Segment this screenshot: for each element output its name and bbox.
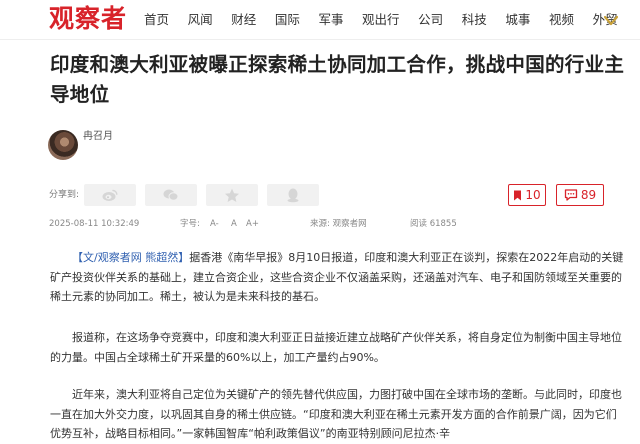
nav-item-city[interactable]: 城事	[505, 0, 530, 40]
author-avatar[interactable]	[48, 130, 78, 160]
share-wechat-button[interactable]	[145, 184, 197, 206]
qq-icon	[287, 188, 299, 203]
font-small-button[interactable]: A-	[210, 219, 219, 230]
bookmark-icon	[514, 190, 522, 200]
comment-icon	[564, 189, 578, 201]
nav-item-fengwen[interactable]: 风闻	[188, 0, 213, 40]
nav-item-home[interactable]: 首页	[144, 0, 169, 40]
nav-item-finance[interactable]: 财经	[231, 0, 256, 40]
wechat-icon	[163, 189, 179, 201]
nav-item-tech[interactable]: 科技	[462, 0, 487, 40]
font-medium-button[interactable]: A	[231, 219, 237, 230]
share-label: 分享到:	[49, 190, 80, 200]
nav-item-international[interactable]: 国际	[275, 0, 300, 40]
article-paragraph: 近年来，澳大利亚将自己定位为关键矿产的领先替代供应国，力图打破中国在全球市场的垄…	[50, 388, 622, 440]
star-icon	[225, 188, 239, 202]
article-title: 印度和澳大利亚被曝正探索稀土协同加工合作，挑战中国的行业主导地位	[50, 53, 625, 106]
top-nav: 观察者 首页 风闻 财经 国际 军事 观出行 公司 科技 城事 视频 外贸	[0, 0, 640, 40]
lead-source[interactable]: 【文/观察者网 熊超然】	[72, 251, 189, 264]
font-large-button[interactable]: A+	[246, 219, 259, 230]
nav-item-video[interactable]: 视频	[549, 0, 574, 40]
nav-menu: 首页 风闻 财经 国际 军事 观出行 公司 科技 城事 视频 外贸	[144, 0, 636, 40]
font-size-label: 字号:	[180, 219, 200, 229]
share-weibo-button[interactable]	[84, 184, 136, 206]
publish-date: 2025-08-11 10:32:49	[49, 219, 140, 229]
comment-count: 89	[580, 188, 597, 202]
nav-item-company[interactable]: 公司	[418, 0, 443, 40]
site-logo[interactable]: 观察者	[49, 3, 127, 35]
weibo-icon	[102, 189, 118, 201]
article-paragraph: 报道称，在这场争夺竞赛中，印度和澳大利亚正日益接近建立战略矿产伙伴关系，将自身定…	[50, 331, 622, 364]
chevron-down-icon[interactable]	[604, 15, 618, 26]
share-qq-button[interactable]	[267, 184, 319, 206]
comment-button[interactable]: 89	[556, 184, 604, 206]
nav-item-travel[interactable]: 观出行	[362, 0, 400, 40]
read-count: 阅读 61855	[410, 219, 457, 229]
favorite-count: 10	[525, 188, 541, 202]
favorite-button[interactable]: 10	[508, 184, 546, 206]
article-paragraph: 【文/观察者网 熊超然】据香港《南华早报》8月10日报道，印度和澳大利亚正在谈判…	[50, 248, 625, 307]
share-qzone-button[interactable]	[206, 184, 258, 206]
author-name[interactable]: 冉召月	[83, 130, 113, 144]
nav-item-military[interactable]: 军事	[318, 0, 343, 40]
article-source: 来源: 观察者网	[310, 219, 367, 229]
